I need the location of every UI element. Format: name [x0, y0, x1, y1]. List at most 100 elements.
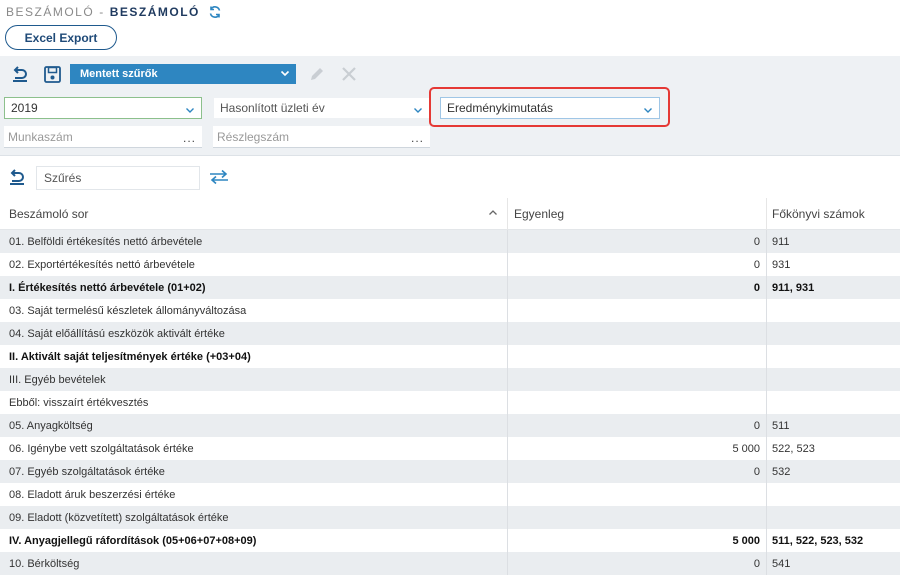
accounts-cell — [767, 322, 900, 345]
excel-export-button[interactable]: Excel Export — [5, 25, 117, 50]
table-row[interactable]: 02. Exportértékesítés nettó árbevétele 0 9… — [0, 253, 900, 276]
year-value: 2019 — [11, 101, 38, 115]
department-field[interactable]: Részlegszám ... — [213, 126, 430, 148]
compare-year-select[interactable]: Hasonlított üzleti év — [213, 97, 430, 119]
balance-cell: 0 — [508, 276, 767, 299]
breadcrumb: BESZÁMOLÓ — [6, 5, 95, 19]
accounts-cell: 532 — [772, 465, 791, 478]
row-label-cell: II. Aktivált saját teljesítmények értéke… — [0, 345, 508, 368]
accounts-cell: 511 — [772, 419, 790, 432]
column-header-accounts[interactable]: Főkönyvi számok — [767, 198, 900, 230]
page-title: BESZÁMOLÓ - BESZÁMOLÓ — [6, 3, 222, 21]
breadcrumb-separator: - — [99, 5, 105, 19]
chevron-down-icon — [280, 68, 290, 81]
table-row[interactable]: Ebből: visszaírt értékvesztés — [0, 391, 900, 414]
reset-search-icon[interactable] — [8, 168, 26, 191]
column-header-label: Főkönyvi számok — [772, 207, 865, 221]
balance-cell — [508, 368, 767, 391]
table-row[interactable]: 04. Saját előállítású eszközök aktivált … — [0, 322, 900, 345]
balance-cell — [508, 299, 767, 322]
work-number-field[interactable]: Munkaszám ... — [4, 126, 202, 148]
accounts-cell: 931 — [772, 258, 791, 271]
table-row[interactable]: 08. Eladott áruk beszerzési értéke — [0, 483, 900, 506]
accounts-cell: 911 — [772, 235, 790, 248]
accounts-cell — [767, 299, 900, 322]
sort-up-icon[interactable] — [488, 207, 498, 221]
balance-cell: 5 000 — [508, 529, 767, 552]
highlight-box — [429, 87, 670, 127]
row-label-cell: 09. Eladott (közvetített) szolgáltatások… — [0, 506, 508, 529]
row-label-cell: 08. Eladott áruk beszerzési értéke — [0, 483, 508, 506]
accounts-cell — [767, 391, 900, 414]
column-header-label: Egyenleg — [514, 207, 565, 221]
saved-filters-label: Mentett szűrők — [80, 68, 158, 80]
balance-cell — [508, 506, 767, 529]
balance-cell: 0 — [508, 253, 767, 276]
row-label-cell: 06. Igénybe vett szolgáltatások értéke — [0, 437, 508, 460]
compare-year-placeholder: Hasonlított üzleti év — [220, 101, 325, 115]
row-label-cell: III. Egyéb bevételek — [0, 368, 508, 391]
delete-icon[interactable] — [340, 65, 358, 83]
table-row[interactable]: 10. Bérköltség 0 541 — [0, 552, 900, 575]
save-icon[interactable] — [43, 65, 61, 83]
accounts-cell: 511, 522, 523, 532 — [772, 534, 864, 547]
edit-icon[interactable] — [308, 65, 326, 83]
search-value: Szűrés — [44, 171, 82, 185]
year-select[interactable]: 2019 — [4, 97, 202, 119]
row-label-cell: 07. Egyéb szolgáltatások értéke — [0, 460, 508, 483]
reset-icon[interactable] — [11, 65, 29, 83]
table-row[interactable]: 06. Igénybe vett szolgáltatások értéke 5 … — [0, 437, 900, 460]
chevron-down-icon — [185, 104, 195, 118]
accounts-cell — [767, 368, 900, 391]
grid-header: Beszámoló sor Egyenleg Főkönyvi számok — [0, 198, 900, 230]
accounts-cell: 541 — [772, 557, 791, 570]
grid-body: 01. Belföldi értékesítés nettó árbevétel… — [0, 230, 900, 575]
balance-cell: 5 000 — [508, 437, 767, 460]
refresh-icon[interactable] — [208, 5, 222, 19]
table-row[interactable]: I. Értékesítés nettó árbevétele (01+02) 0… — [0, 276, 900, 299]
row-label-cell: 04. Saját előállítású eszközök aktivált … — [0, 322, 508, 345]
report-grid: Beszámoló sor Egyenleg Főkönyvi számok 0… — [0, 198, 900, 575]
accounts-cell: 522, 523 — [772, 442, 815, 455]
balance-cell — [508, 391, 767, 414]
balance-cell — [508, 322, 767, 345]
row-label-cell: Ebből: visszaírt értékvesztés — [0, 391, 508, 414]
chevron-down-icon — [413, 104, 423, 118]
row-label-cell: 02. Exportértékesítés nettó árbevétele — [0, 253, 508, 276]
accounts-cell — [767, 506, 900, 529]
table-row[interactable]: 09. Eladott (közvetített) szolgáltatások… — [0, 506, 900, 529]
accounts-cell: 911, 931 — [772, 281, 815, 294]
row-label-cell: 05. Anyagköltség — [0, 414, 508, 437]
ellipsis-icon[interactable]: ... — [411, 131, 424, 145]
row-label-cell: 10. Bérköltség — [0, 552, 508, 575]
balance-cell: 0 — [508, 230, 767, 253]
table-row[interactable]: 03. Saját termelésű készletek állományvá… — [0, 299, 900, 322]
row-label-cell: IV. Anyagjellegű ráfordítások (05+06+07+… — [0, 529, 508, 552]
accounts-cell — [767, 345, 900, 368]
row-label-cell: I. Értékesítés nettó árbevétele (01+02) — [0, 276, 508, 299]
balance-cell: 0 — [508, 460, 767, 483]
swap-icon[interactable] — [208, 169, 230, 190]
table-row[interactable]: 07. Egyéb szolgáltatások értéke 0 532 — [0, 460, 900, 483]
table-row[interactable]: 01. Belföldi értékesítés nettó árbevétel… — [0, 230, 900, 253]
ellipsis-icon[interactable]: ... — [183, 131, 196, 145]
row-label-cell: 03. Saját termelésű készletek állományvá… — [0, 299, 508, 322]
department-placeholder: Részlegszám — [217, 129, 290, 144]
column-header-report-row[interactable]: Beszámoló sor — [0, 198, 508, 230]
accounts-cell — [767, 483, 900, 506]
page-title-text: BESZÁMOLÓ — [109, 5, 200, 19]
search-input[interactable]: Szűrés — [36, 166, 200, 190]
table-row[interactable]: IV. Anyagjellegű ráfordítások (05+06+07+… — [0, 529, 900, 552]
table-row[interactable]: II. Aktivált saját teljesítmények értéke… — [0, 345, 900, 368]
balance-cell — [508, 483, 767, 506]
work-number-placeholder: Munkaszám — [8, 129, 73, 144]
column-header-balance[interactable]: Egyenleg — [508, 198, 767, 230]
row-label-cell: 01. Belföldi értékesítés nettó árbevétel… — [0, 230, 508, 253]
table-row[interactable]: 05. Anyagköltség 0 511 — [0, 414, 900, 437]
saved-filters-dropdown[interactable]: Mentett szűrők — [70, 64, 296, 84]
balance-cell: 0 — [508, 414, 767, 437]
balance-cell: 0 — [508, 552, 767, 575]
table-row[interactable]: III. Egyéb bevételek — [0, 368, 900, 391]
balance-cell — [508, 345, 767, 368]
column-header-label: Beszámoló sor — [9, 207, 89, 221]
